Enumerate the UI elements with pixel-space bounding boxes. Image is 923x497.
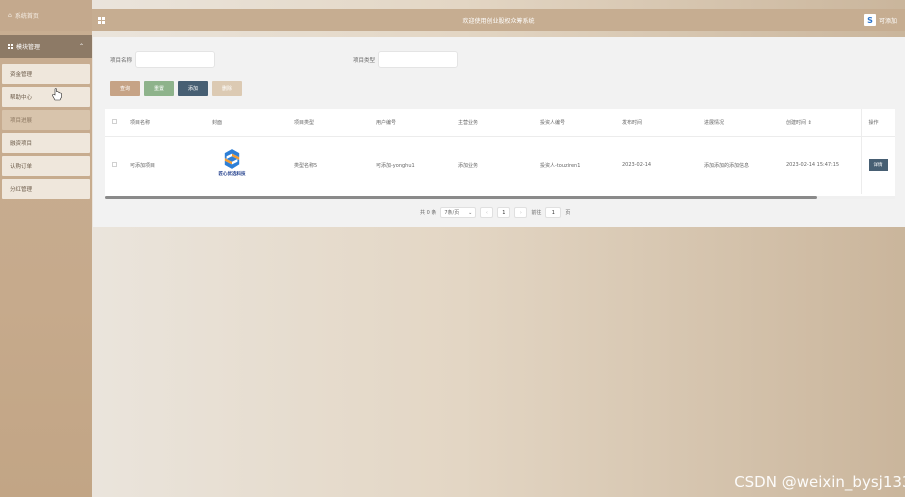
col-create-time[interactable]: 创建时间 ⇕ (779, 109, 861, 137)
sidebar-items: 资金管理 帮助中心 项目进展 融资项目 认购订单 分红管理 (0, 58, 92, 199)
sidebar-item-label: 分红管理 (10, 187, 33, 193)
sidebar-item-dividends[interactable]: 分红管理 (2, 179, 90, 199)
reset-button[interactable]: 重置 (144, 81, 174, 96)
total-count: 共 0 条 (420, 210, 437, 216)
detail-button[interactable]: 详情 (868, 159, 888, 172)
sidebar-item-label: 融资项目 (10, 141, 33, 147)
goto-label: 前往 (531, 210, 542, 216)
col-action: 操作 (860, 109, 895, 137)
window-edge (905, 0, 923, 497)
search-bar: 项目名称 项目类型 (110, 51, 459, 68)
sidebar-group-modules[interactable]: 模块管理 ⌃ (0, 35, 92, 58)
cell-progress: 添加添加的添加信息 (704, 162, 750, 169)
sidebar-item-financing[interactable]: 融资项目 (2, 133, 90, 153)
select-all-checkbox[interactable] (112, 118, 117, 124)
sidebar-item-progress[interactable]: 项目进展 (2, 110, 90, 130)
cell-investor-no: 投资人-touziren1 (540, 162, 581, 169)
table-row: 可添加项目 匠心优选科技 类型名称5 可添加-yonghu1 添加业务 投资人-… (105, 136, 895, 194)
page-size-value: 7条/页 (444, 210, 460, 216)
cell-business: 添加业务 (458, 162, 479, 169)
chevron-up-icon: ⌃ (78, 43, 84, 50)
col-investor-no: 投资人编号 (533, 109, 615, 137)
cell-project-name: 可添加项目 (130, 162, 156, 169)
goto-page-input[interactable]: 1 (545, 207, 562, 218)
current-page[interactable]: 1 (497, 207, 511, 218)
next-page-button[interactable]: › (514, 207, 528, 218)
user-name: 可添加 (878, 17, 897, 25)
top-bar: 欢迎使用创业股权众筹系统 S 可添加 (92, 9, 905, 31)
avatar: S (863, 14, 876, 26)
company-logo-icon (224, 149, 240, 170)
cell-user-no: 可添加-yonghu1 (376, 162, 415, 169)
sidebar-home[interactable]: ⌂ 系统首页 (0, 0, 92, 31)
col-business: 主营业务 (451, 109, 533, 137)
horizontal-scrollbar[interactable] (105, 196, 895, 199)
sidebar-item-orders[interactable]: 认购订单 (2, 156, 90, 176)
cell-publish-time: 2023-02-14 (622, 162, 652, 169)
content-panel: 项目名称 项目类型 查询 重置 添加 删除 项目名称 封面 项目类型 用户编号 … (93, 37, 905, 227)
cell-project-type: 类型名称5 (294, 162, 318, 169)
col-publish-time: 发布时间 (615, 109, 697, 137)
prev-page-button[interactable]: ‹ (480, 207, 494, 218)
table-header-row: 项目名称 封面 项目类型 用户编号 主营业务 投资人编号 发布时间 进展情况 创… (105, 109, 895, 137)
grid-icon (8, 44, 13, 49)
user-menu[interactable]: S 可添加 (863, 14, 897, 26)
page-size-select[interactable]: 7条/页 ⌄ (440, 207, 477, 218)
row-checkbox[interactable] (112, 161, 117, 167)
pagination: 共 0 条 7条/页 ⌄ ‹ 1 › 前往 1 页 (420, 207, 570, 218)
page-suffix: 页 (565, 210, 571, 216)
toolbar: 查询 重置 添加 删除 (110, 81, 242, 96)
data-table: 项目名称 封面 项目类型 用户编号 主营业务 投资人编号 发布时间 进展情况 创… (105, 109, 895, 199)
home-icon: ⌂ (8, 12, 12, 19)
project-type-input[interactable] (378, 51, 459, 68)
cell-cover: 匠心优选科技 (205, 136, 287, 194)
sidebar-group-label: 模块管理 (16, 44, 41, 51)
query-button[interactable]: 查询 (110, 81, 140, 96)
cell-action: 详情 (860, 136, 895, 194)
project-name-input[interactable] (135, 51, 216, 68)
sidebar-item-label: 帮助中心 (10, 95, 33, 101)
col-cover: 封面 (205, 109, 287, 137)
hand-cursor-icon (52, 88, 62, 101)
col-user-no: 用户编号 (369, 109, 451, 137)
sidebar-item-label: 认购订单 (10, 164, 33, 170)
scrollbar-thumb[interactable] (105, 196, 817, 199)
sidebar-item-label: 项目进展 (10, 118, 33, 124)
sidebar-item-label: 资金管理 (10, 72, 33, 78)
cover-brand: 匠心优选科技 (218, 172, 246, 178)
project-type-label: 项目类型 (353, 57, 376, 64)
chevron-down-icon: ⌄ (468, 209, 473, 216)
cell-create-time: 2023-02-14 15:47:15 (786, 162, 840, 169)
add-button[interactable]: 添加 (178, 81, 208, 96)
col-progress: 进展情况 (697, 109, 779, 137)
project-name-label: 项目名称 (110, 57, 133, 64)
sidebar-item-help[interactable]: 帮助中心 (2, 87, 90, 107)
sidebar-home-label: 系统首页 (14, 13, 39, 20)
delete-button[interactable]: 删除 (212, 81, 242, 96)
sidebar-item-funds[interactable]: 资金管理 (2, 64, 90, 84)
col-project-type: 项目类型 (287, 109, 369, 137)
col-project-name: 项目名称 (123, 109, 205, 137)
sidebar: ⌂ 系统首页 模块管理 ⌃ 资金管理 帮助中心 项目进展 融资项目 认购订单 分… (0, 0, 92, 497)
watermark: CSDN @weixin_bysj1330 (734, 473, 921, 491)
system-title: 欢迎使用创业股权众筹系统 (462, 17, 535, 25)
